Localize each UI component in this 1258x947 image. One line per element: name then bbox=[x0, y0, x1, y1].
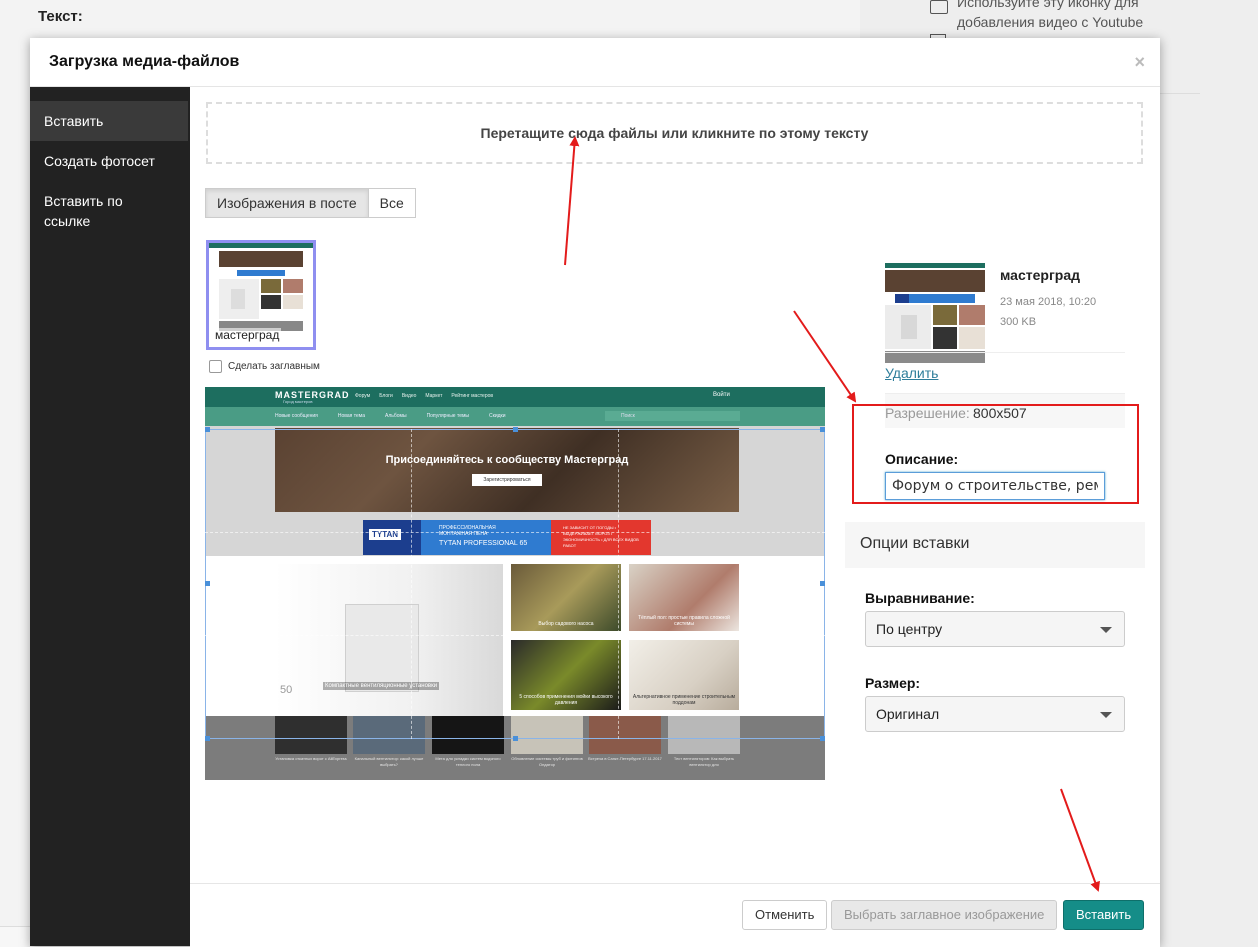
video-icon bbox=[930, 0, 948, 14]
crop-handle[interactable] bbox=[820, 427, 825, 432]
details-date: 23 мая 2018, 10:20 bbox=[1000, 296, 1097, 308]
modal-header: Загрузка медиа-файлов × bbox=[30, 38, 1160, 87]
preview-logo-sub: Город мастеров bbox=[283, 399, 313, 404]
close-icon[interactable]: × bbox=[1134, 52, 1145, 73]
make-cover-label: Сделать заглавным bbox=[228, 361, 320, 372]
preview-nav: Форум Блоги Видео Маркет Рейтинг мастеро… bbox=[355, 393, 493, 399]
insert-options-header: Опции вставки bbox=[845, 522, 1145, 568]
crop-guide bbox=[618, 429, 619, 739]
details-thumbnail bbox=[885, 263, 985, 363]
crop-handle[interactable] bbox=[513, 736, 518, 741]
crop-guide bbox=[205, 635, 825, 636]
tab-post-images[interactable]: Изображения в посте bbox=[205, 188, 369, 218]
preview-nav-item: Маркет bbox=[425, 393, 443, 399]
filter-tabs: Изображения в посте Все bbox=[205, 188, 416, 218]
preview-video-caption: Обновление системы труб и фитингов Ондат… bbox=[511, 756, 583, 767]
preview-nav-item: Видео bbox=[401, 393, 417, 399]
preview-subnav-item: Новая тема bbox=[337, 413, 366, 419]
preview-nav-item: Рейтинг мастеров bbox=[451, 393, 494, 399]
preview-subnav-item: Скидки bbox=[489, 413, 506, 419]
youtube-hint-text: Используйте эту иконку для добавления ви… bbox=[957, 0, 1144, 30]
thumbnail-name: мастерград bbox=[213, 328, 282, 342]
modal-footer: Отменить Выбрать заглавное изображение В… bbox=[190, 883, 1160, 947]
choose-cover-button[interactable]: Выбрать заглавное изображение bbox=[831, 900, 1058, 930]
crop-handle[interactable] bbox=[205, 736, 210, 741]
preview-nav-item: Блоги bbox=[379, 393, 393, 399]
crop-handle[interactable] bbox=[205, 427, 210, 432]
preview-header: MASTERGRAD Город мастеров Форум Блоги Ви… bbox=[205, 387, 825, 407]
crop-handle[interactable] bbox=[513, 427, 518, 432]
make-cover-row: Сделать заглавным bbox=[209, 360, 320, 373]
text-field-label: Текст: bbox=[38, 8, 83, 25]
size-select-value: Оригинал bbox=[876, 706, 940, 722]
crop-handle[interactable] bbox=[820, 736, 825, 741]
crop-handle[interactable] bbox=[205, 581, 210, 586]
preview-subnav-item: Новые сообщения bbox=[275, 413, 318, 419]
insert-options-title: Опции вставки bbox=[860, 535, 970, 552]
preview-login: Войти bbox=[713, 392, 730, 398]
details-filesize: 300 KB bbox=[1000, 316, 1037, 328]
size-label: Размер: bbox=[865, 675, 921, 691]
preview-subnav-item: Популярные темы bbox=[426, 413, 470, 419]
preview-video-caption: Мета для укладки систем водяного теплого… bbox=[435, 756, 501, 767]
cancel-button[interactable]: Отменить bbox=[742, 900, 828, 930]
preview-video-caption: Канальный вентилятор: какой лучше выбрат… bbox=[354, 756, 424, 767]
modal-sidebar: Вставить Создать фотосет Вставить по ссы… bbox=[30, 87, 190, 946]
preview-video-caption: Встреча в Санкт-Петербурге 17.11.2017 bbox=[588, 756, 662, 761]
modal-title: Загрузка медиа-файлов bbox=[49, 53, 240, 70]
annotation-highlight-box bbox=[852, 404, 1139, 504]
delete-link[interactable]: Удалить bbox=[885, 365, 938, 381]
file-dropzone[interactable]: Перетащите сюда файлы или кликните по эт… bbox=[206, 102, 1143, 164]
insert-button[interactable]: Вставить bbox=[1063, 900, 1145, 930]
crop-guide bbox=[411, 429, 412, 739]
chevron-down-icon bbox=[1100, 712, 1112, 718]
crop-guide bbox=[205, 532, 825, 533]
sidebar-item-create-photoset[interactable]: Создать фотосет bbox=[30, 151, 188, 171]
sidebar-item-insert[interactable]: Вставить bbox=[30, 101, 188, 141]
divider bbox=[885, 352, 1125, 353]
details-filename: мастерград bbox=[1000, 267, 1080, 283]
tab-all[interactable]: Все bbox=[368, 188, 416, 218]
image-preview[interactable]: MASTERGRAD Город мастеров Форум Блоги Ви… bbox=[205, 387, 825, 780]
sidebar-item-insert-by-link[interactable]: Вставить по ссылке bbox=[30, 191, 140, 231]
chevron-down-icon bbox=[1100, 627, 1112, 633]
align-select-value: По центру bbox=[876, 621, 943, 637]
preview-subnav: Новые сообщения Новая тема Альбомы Попул… bbox=[205, 407, 825, 426]
align-select[interactable]: По центру bbox=[865, 611, 1125, 647]
preview-video-caption: Установка откатных ворот с AliExpress bbox=[275, 756, 347, 761]
align-label: Выравнивание: bbox=[865, 590, 975, 606]
image-thumbnail[interactable]: мастерград bbox=[206, 240, 316, 350]
crop-selection[interactable] bbox=[205, 429, 825, 739]
preview-nav-item: Форум bbox=[355, 393, 371, 399]
make-cover-checkbox[interactable] bbox=[209, 360, 222, 373]
preview-video-caption: Тест вентиляторов: Как выбрать вентилято… bbox=[673, 756, 735, 767]
preview-subnav-item: Альбомы bbox=[385, 413, 407, 419]
size-select[interactable]: Оригинал bbox=[865, 696, 1125, 732]
preview-search: Поиск bbox=[605, 411, 740, 421]
crop-handle[interactable] bbox=[820, 581, 825, 586]
